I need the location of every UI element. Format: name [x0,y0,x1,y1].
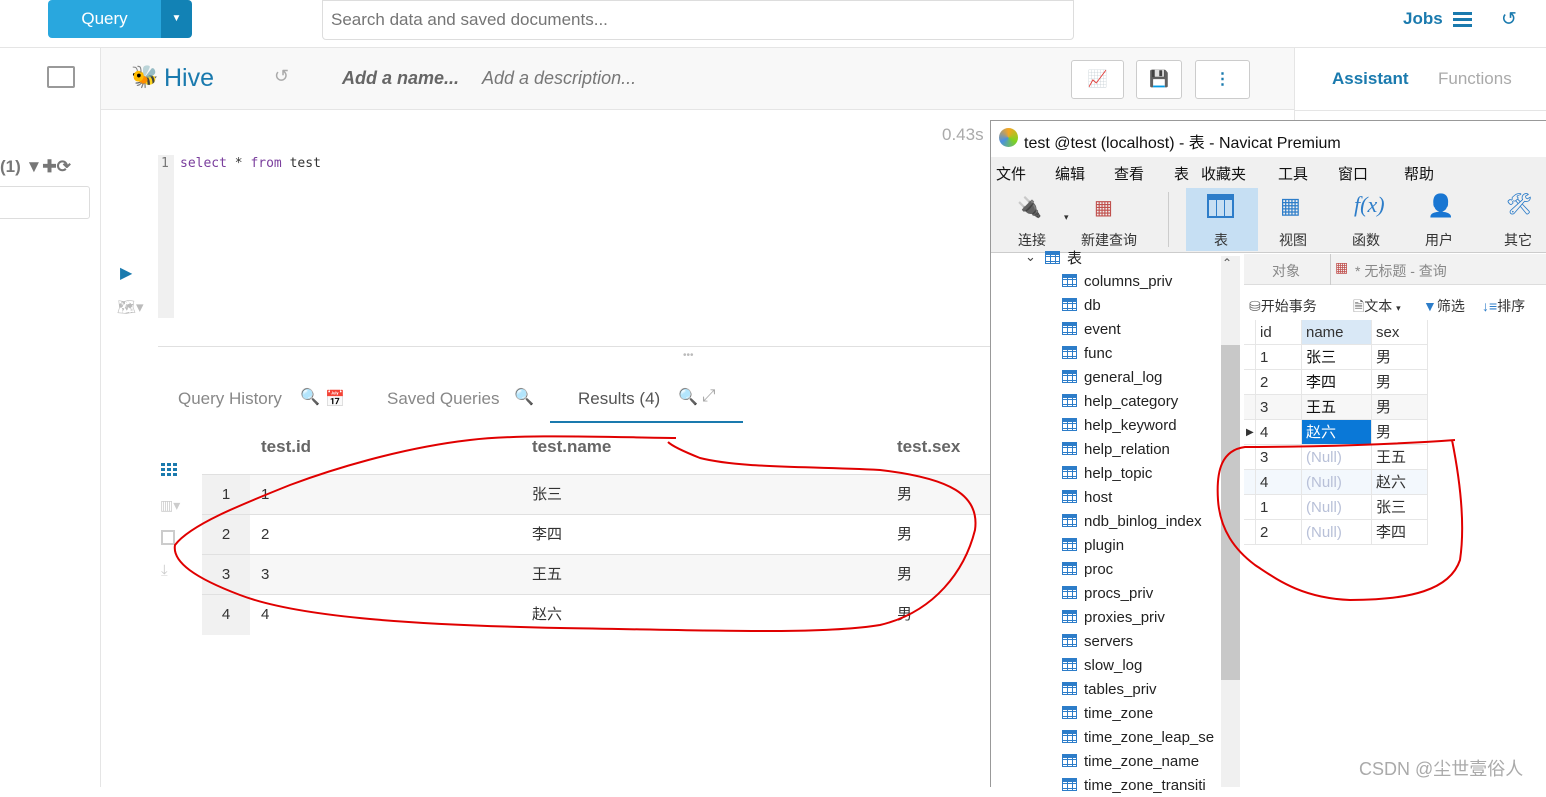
red-annotations [173,435,1464,633]
annotation-circle-navicat [1216,439,1464,602]
annotation-circle-results [173,435,977,633]
